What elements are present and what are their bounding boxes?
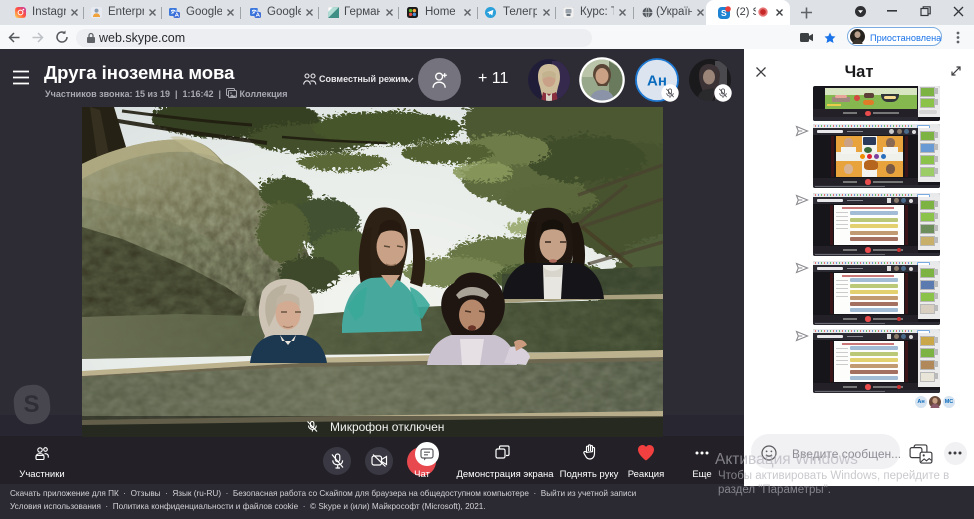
svg-text:Микрофон отключен: Микрофон отключен — [330, 420, 444, 434]
